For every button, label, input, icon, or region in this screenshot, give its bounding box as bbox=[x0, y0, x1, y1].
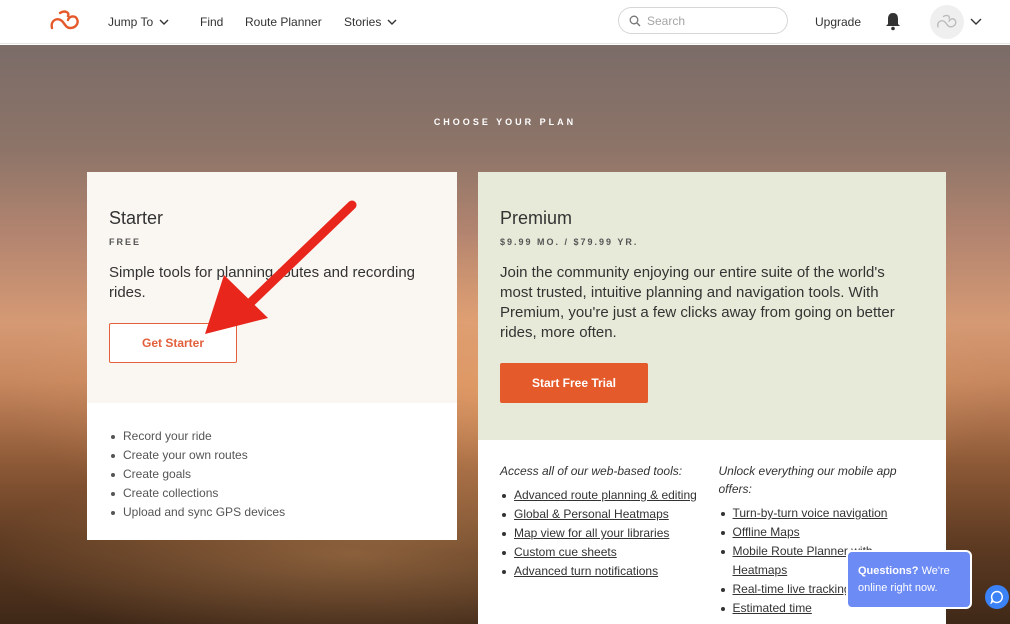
web-tools-list: Advanced route planning & editing Global… bbox=[500, 486, 706, 581]
feature-link[interactable]: Offline Maps bbox=[733, 525, 800, 539]
bell-icon[interactable] bbox=[884, 11, 902, 31]
nav-find-label: Find bbox=[200, 15, 224, 29]
feature-link[interactable]: Advanced turn notifications bbox=[514, 564, 658, 578]
premium-plan-name: Premium bbox=[500, 208, 573, 228]
feature-link[interactable]: Estimated time bbox=[733, 601, 812, 615]
feature-link[interactable]: Advanced route planning & editing bbox=[514, 488, 697, 502]
chevron-down-icon bbox=[159, 19, 169, 25]
user-avatar-icon bbox=[937, 14, 957, 28]
list-item[interactable]: Map view for all your libraries bbox=[500, 524, 706, 543]
feature-link[interactable]: Turn-by-turn voice navigation bbox=[733, 506, 888, 520]
chat-prompt-bold: Questions? bbox=[858, 565, 919, 577]
starter-plan-card: Starter FREE Simple tools for planning r… bbox=[87, 172, 457, 540]
search-box[interactable] bbox=[618, 7, 788, 34]
chevron-down-icon[interactable] bbox=[970, 17, 982, 27]
get-starter-button[interactable]: Get Starter bbox=[109, 323, 237, 363]
list-item: Record your ride bbox=[109, 427, 435, 446]
nav-stories-label: Stories bbox=[344, 15, 382, 29]
list-item[interactable]: Global & Personal Heatmaps bbox=[500, 505, 706, 524]
search-input[interactable] bbox=[647, 13, 767, 28]
chat-launcher-button[interactable] bbox=[985, 585, 1009, 609]
feature-link[interactable]: Map view for all your libraries bbox=[514, 526, 669, 540]
starter-plan-name: Starter bbox=[109, 208, 164, 228]
starter-features-list: Record your ride Create your own routes … bbox=[109, 427, 435, 522]
nav-route-planner-label: Route Planner bbox=[245, 15, 322, 29]
nav-find[interactable]: Find bbox=[200, 15, 223, 29]
feature-link[interactable]: Custom cue sheets bbox=[514, 545, 617, 559]
starter-plan-description: Simple tools for planning routes and rec… bbox=[109, 264, 416, 301]
nav-jump-to[interactable]: Jump To bbox=[108, 15, 169, 29]
start-free-trial-button[interactable]: Start Free Trial bbox=[500, 363, 648, 403]
starter-card-features: Record your ride Create your own routes … bbox=[87, 403, 457, 540]
chat-icon bbox=[990, 590, 1003, 604]
web-tools-heading: Access all of our web-based tools: bbox=[500, 464, 683, 478]
premium-card-top: Premium $9.99 MO. / $79.99 YR. Join the … bbox=[478, 172, 946, 440]
list-item[interactable]: Offline Maps bbox=[719, 523, 925, 542]
mobile-app-heading: Unlock everything our mobile app offers: bbox=[718, 464, 897, 496]
nav-route-planner[interactable]: Route Planner bbox=[245, 15, 322, 29]
list-item: Upload and sync GPS devices bbox=[109, 503, 435, 522]
feature-link[interactable]: Real-time live tracking bbox=[733, 582, 851, 596]
feature-link[interactable]: Global & Personal Heatmaps bbox=[514, 507, 669, 521]
nav-stories[interactable]: Stories bbox=[344, 15, 397, 29]
avatar[interactable] bbox=[930, 5, 964, 39]
upgrade-link[interactable]: Upgrade bbox=[815, 15, 861, 29]
list-item: Create goals bbox=[109, 465, 435, 484]
chevron-down-icon bbox=[387, 19, 397, 25]
choose-plan-heading: CHOOSE YOUR PLAN bbox=[433, 117, 577, 127]
list-item[interactable]: Advanced turn notifications bbox=[500, 562, 706, 581]
web-tools-column: Access all of our web-based tools: Advan… bbox=[500, 462, 706, 624]
list-item[interactable]: Turn-by-turn voice navigation bbox=[719, 504, 925, 523]
premium-plan-description: Join the community enjoying our entire s… bbox=[500, 264, 895, 341]
chat-prompt-bubble[interactable]: Questions? We're online right now. bbox=[846, 550, 972, 609]
starter-plan-price: FREE bbox=[109, 237, 142, 247]
search-icon bbox=[629, 15, 641, 26]
list-item: Create collections bbox=[109, 484, 435, 503]
starter-card-top: Starter FREE Simple tools for planning r… bbox=[87, 172, 457, 403]
list-item[interactable]: Custom cue sheets bbox=[500, 543, 706, 562]
ride-logo-icon[interactable] bbox=[48, 8, 82, 34]
top-nav: Jump To Find Route Planner Stories Upgra… bbox=[0, 0, 1010, 44]
premium-plan-price: $9.99 MO. / $79.99 YR. bbox=[500, 237, 639, 247]
list-item[interactable]: Advanced route planning & editing bbox=[500, 486, 706, 505]
nav-jump-to-label: Jump To bbox=[108, 15, 154, 29]
list-item: Create your own routes bbox=[109, 446, 435, 465]
